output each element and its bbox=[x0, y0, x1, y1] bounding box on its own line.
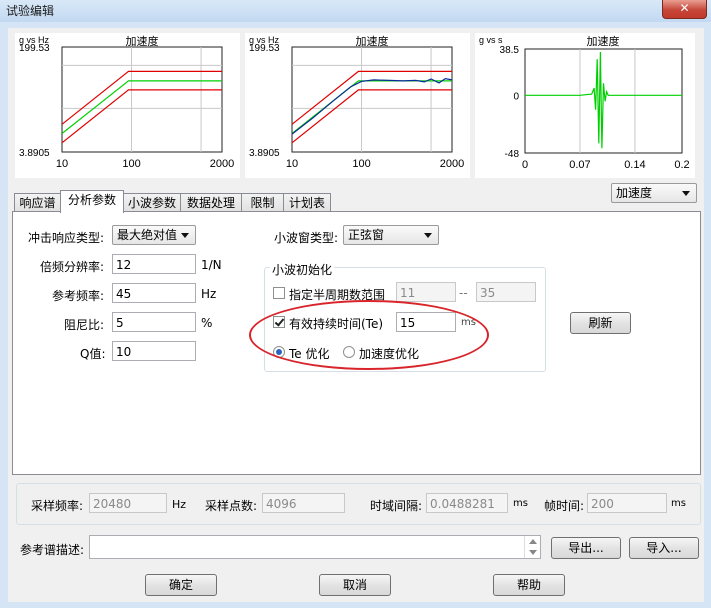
ok-button[interactable]: 确定 bbox=[145, 574, 217, 596]
view-type-select[interactable]: 加速度 bbox=[611, 183, 697, 203]
chart-title: 加速度 bbox=[126, 34, 159, 48]
tab-wavelet-params[interactable]: 小波参数 bbox=[123, 193, 181, 212]
reference-desc-spinner[interactable] bbox=[524, 536, 541, 558]
cancel-button[interactable]: 取消 bbox=[319, 574, 391, 596]
q-label: Q值: bbox=[80, 347, 106, 361]
y-tick-label: -48 bbox=[505, 149, 520, 160]
window-title: 试验编辑 bbox=[6, 4, 55, 18]
damping-input[interactable]: 5 bbox=[112, 312, 196, 332]
chevron-up-icon bbox=[529, 539, 537, 544]
x-tick-label: 0 bbox=[522, 159, 528, 171]
x-tick-label: 100 bbox=[352, 158, 370, 170]
half-period-to-input[interactable]: 35 bbox=[476, 282, 536, 302]
help-button[interactable]: 帮助 bbox=[493, 574, 565, 596]
ref-freq-input[interactable]: 45 bbox=[112, 283, 196, 303]
view-type-value: 加速度 bbox=[616, 186, 653, 200]
half-period-separator: -- bbox=[459, 286, 468, 300]
time-interval-unit: ms bbox=[513, 498, 528, 509]
sample-rate-unit: Hz bbox=[172, 498, 187, 511]
chart-svg: 加速度g vs Hz199.533.890510 100 2000 bbox=[249, 34, 464, 170]
refresh-button[interactable]: 刷新 bbox=[570, 312, 631, 334]
chart-title: 加速度 bbox=[356, 34, 389, 48]
x-tick-label: 0.07 bbox=[569, 159, 590, 171]
close-button[interactable]: ✕ bbox=[662, 0, 707, 19]
octave-input[interactable]: 12 bbox=[112, 254, 196, 274]
plot-frame bbox=[61, 46, 223, 153]
impulse-type-label: 冲击响应类型: bbox=[28, 231, 105, 245]
y-tick-label: 38.5 bbox=[500, 45, 520, 56]
chevron-down-icon bbox=[181, 233, 189, 238]
wavelet-window-select[interactable]: 正弦窗 bbox=[343, 225, 439, 245]
ref-freq-label: 参考频率: bbox=[52, 289, 105, 303]
tab-analysis-params[interactable]: 分析参数 bbox=[60, 190, 124, 213]
x-tick-label: 10 bbox=[56, 158, 68, 170]
wavelet-window-label: 小波窗类型: bbox=[274, 231, 339, 245]
chart-psd-measured: 加速度 g vs Hz 199.53 3.8905 10 100 2000 bbox=[245, 33, 470, 178]
half-period-from-input[interactable]: 11 bbox=[396, 282, 456, 302]
half-period-checkbox[interactable] bbox=[273, 287, 285, 299]
title-bar: 试验编辑 bbox=[0, 0, 711, 22]
chevron-down-icon bbox=[529, 550, 537, 555]
y-tick-label: 199.53 bbox=[249, 43, 280, 54]
tab-schedule[interactable]: 计划表 bbox=[283, 193, 331, 212]
x-tick-label: 2000 bbox=[210, 158, 234, 170]
sample-points-input[interactable]: 4096 bbox=[262, 493, 345, 513]
sample-rate-label: 采样频率: bbox=[31, 499, 84, 513]
y-tick-label: 3.8905 bbox=[19, 148, 50, 159]
time-interval-label: 时域间隔: bbox=[370, 499, 423, 513]
y-tick-label: 0 bbox=[513, 91, 519, 102]
impulse-type-select[interactable]: 最大绝对值 bbox=[112, 225, 196, 245]
wavelet-init-title: 小波初始化 bbox=[270, 261, 335, 278]
sample-points-label: 采样点数: bbox=[205, 499, 258, 513]
frame-time-unit: ms bbox=[671, 498, 686, 509]
chart-svg: 加速度g vs Hz199.533.890510 100 2000 bbox=[19, 34, 234, 170]
highlight-ellipse bbox=[249, 300, 489, 370]
wavelet-window-value: 正弦窗 bbox=[348, 228, 385, 242]
y-tick-label: 199.53 bbox=[19, 43, 50, 54]
chart-unit-label: g vs s bbox=[479, 35, 503, 45]
ref-freq-unit: Hz bbox=[201, 287, 217, 301]
octave-unit: 1/N bbox=[201, 258, 222, 272]
chart-title: 加速度 bbox=[587, 34, 620, 48]
time-interval-input[interactable]: 0.0488281 bbox=[426, 493, 508, 513]
octave-label: 倍频分辨率: bbox=[40, 260, 105, 274]
chart-svg: 加速度g vs s38.50-480 0.07 0.14 0.2 bbox=[479, 34, 690, 171]
import-button[interactable]: 导入... bbox=[629, 537, 699, 559]
x-tick-label: 10 bbox=[286, 158, 298, 170]
reference-desc-input[interactable] bbox=[89, 535, 541, 559]
y-tick-label: 3.8905 bbox=[249, 148, 280, 159]
plot-frame bbox=[291, 46, 453, 153]
x-tick-label: 2000 bbox=[440, 158, 464, 170]
x-tick-label: 100 bbox=[122, 158, 140, 170]
q-input[interactable]: 10 bbox=[112, 341, 196, 361]
chart-psd-reference: 加速度 g vs Hz 199.53 3.8905 10 100 2000 bbox=[15, 33, 240, 178]
impulse-type-value: 最大绝对值 bbox=[117, 228, 178, 242]
tab-limits[interactable]: 限制 bbox=[241, 193, 284, 212]
chevron-down-icon bbox=[682, 191, 690, 196]
tab-response-spectrum[interactable]: 响应谱 bbox=[14, 193, 61, 212]
sample-rate-input[interactable]: 20480 bbox=[89, 493, 167, 513]
tab-data-processing[interactable]: 数据处理 bbox=[180, 193, 242, 212]
x-tick-label: 0.2 bbox=[674, 159, 689, 171]
damping-label: 阻尼比: bbox=[64, 318, 105, 332]
damping-unit: % bbox=[201, 316, 213, 330]
reference-desc-label: 参考谱描述: bbox=[20, 543, 85, 557]
chevron-down-icon bbox=[424, 233, 432, 238]
frame-time-input[interactable]: 200 bbox=[587, 493, 667, 513]
export-button[interactable]: 导出... bbox=[551, 537, 621, 559]
x-tick-label: 0.14 bbox=[624, 159, 645, 171]
chart-time-waveform: 加速度 g vs s 38.5 0 -48 0 0.07 0.14 0.2 bbox=[475, 33, 695, 178]
frame-time-label: 帧时间: bbox=[544, 499, 585, 513]
